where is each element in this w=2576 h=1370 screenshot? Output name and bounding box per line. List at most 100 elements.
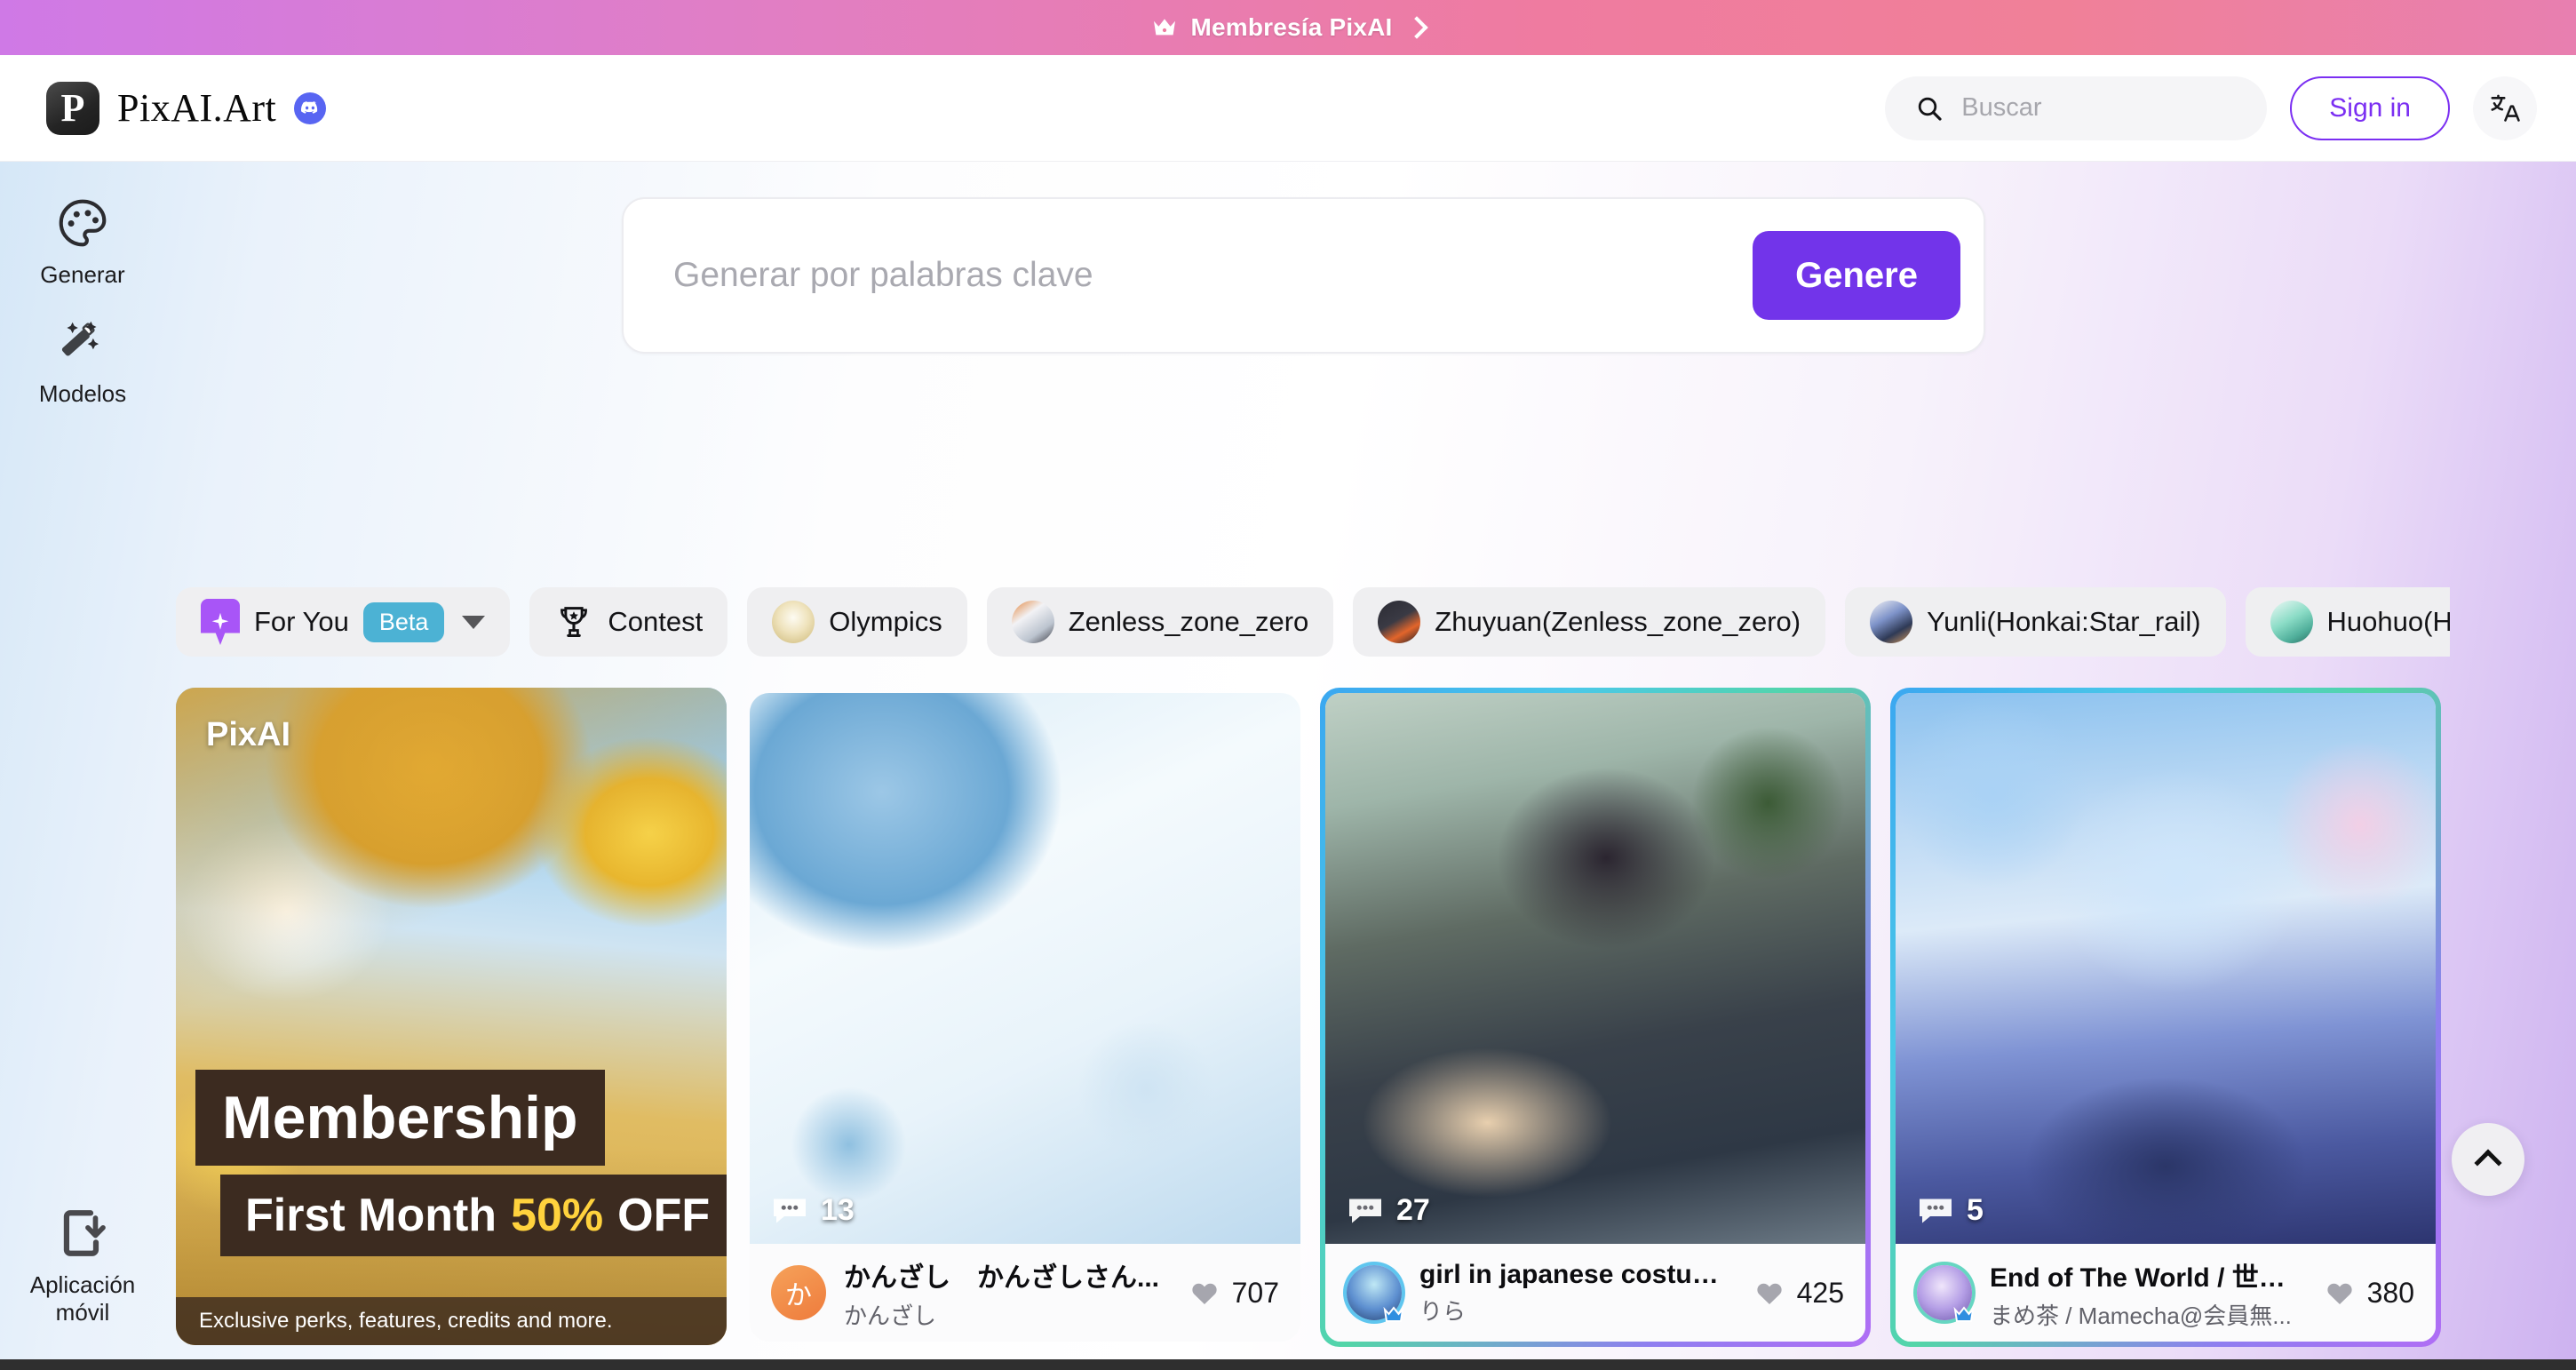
os-taskbar-strip xyxy=(0,1359,2576,1370)
magic-wand-icon xyxy=(61,321,99,356)
chip-label: Huohuo(Honkai:Star_rail) xyxy=(2326,606,2450,637)
app-header: P PixAI.Art Sign in xyxy=(0,55,2576,162)
card-meta: End of The World / 世界... まめ茶 / Mamecha@会… xyxy=(1990,1255,2307,1331)
header-actions: Sign in xyxy=(1885,76,2537,140)
chip-zenless-zone-zero[interactable]: Zenless_zone_zero xyxy=(986,587,1334,657)
feed-card-japanese-costume[interactable]: 27 girl in japanese costum... りら 425 xyxy=(1320,688,1871,1347)
feed-card-end-of-the-world[interactable]: 5 End of The World / 世界... まめ茶 / Mamecha… xyxy=(1890,688,2441,1347)
membership-promo-card[interactable]: PixAI Membership First Month 50% OFF Exc… xyxy=(176,688,727,1345)
filter-chips-row[interactable]: For You Beta Contest Olympics Zenless_zo… xyxy=(176,586,2450,657)
avatar[interactable] xyxy=(1917,1265,1975,1322)
membership-promo-banner[interactable]: Membresía PixAI xyxy=(0,0,2576,55)
chip-olympics[interactable]: Olympics xyxy=(747,587,967,657)
brand-name: PixAI.Art xyxy=(117,86,277,130)
card-author[interactable]: りら xyxy=(1419,1294,1737,1326)
like-group[interactable]: 707 xyxy=(1189,1277,1279,1310)
left-sidebar: Generar Modelos Aplicación móvil xyxy=(0,162,165,1370)
promo-card-tag: PixAI xyxy=(206,716,291,753)
comment-count-value: 5 xyxy=(1967,1193,1984,1227)
sidebar-item-label: Aplicación móvil xyxy=(29,1270,136,1326)
chip-zhuyuan[interactable]: Zhuyuan(Zenless_zone_zero) xyxy=(1353,587,1826,657)
card-author[interactable]: かんざし xyxy=(844,1298,1172,1331)
card-author[interactable]: まめ茶 / Mamecha@会員無... xyxy=(1990,1298,2307,1331)
offer-suffix: OFF xyxy=(617,1190,711,1241)
sidebar-item-label: Modelos xyxy=(38,379,127,407)
heart-icon xyxy=(1756,1283,1782,1304)
translate-glyph xyxy=(2491,94,2520,122)
sparkle-icon xyxy=(201,599,240,645)
chip-label: For You xyxy=(254,606,349,637)
feed-card-kanzashi[interactable]: 13 か かんざし かんざしさん... かんざし 707 xyxy=(750,693,1300,1342)
card-thumbnail[interactable]: 27 xyxy=(1325,693,1865,1244)
like-count: 425 xyxy=(1796,1276,1844,1309)
phone-download-icon xyxy=(63,1209,106,1256)
card-inner: 13 か かんざし かんざしさん... かんざし 707 xyxy=(750,693,1300,1342)
translate-icon[interactable] xyxy=(2473,76,2537,140)
generate-prompt-input[interactable] xyxy=(673,256,1753,295)
search-box[interactable] xyxy=(1885,76,2268,140)
chevron-right-icon xyxy=(1404,16,1428,39)
heart-icon xyxy=(2326,1283,2352,1304)
card-thumbnail[interactable]: 5 xyxy=(1896,693,2436,1244)
comment-count-value: 13 xyxy=(821,1193,855,1227)
crown-icon xyxy=(1154,19,1176,36)
comment-icon xyxy=(1920,1199,1952,1223)
card-footer: か かんざし かんざしさん... かんざし 707 xyxy=(750,1244,1300,1342)
card-title: かんざし かんざしさん... xyxy=(844,1262,1160,1293)
card-title: girl in japanese costum... xyxy=(1419,1259,1737,1289)
sidebar-item-modelos[interactable]: Modelos xyxy=(16,302,149,421)
promo-card-offer: First Month 50% OFF xyxy=(220,1175,727,1256)
chevron-down-icon[interactable] xyxy=(462,615,486,629)
chip-label: Zenless_zone_zero xyxy=(1068,606,1309,637)
card-meta: かんざし かんざしさん... かんざし xyxy=(844,1255,1172,1331)
pixai-logo-mark: P xyxy=(46,81,99,135)
scroll-to-top-button[interactable] xyxy=(2452,1123,2524,1196)
chip-avatar xyxy=(1870,601,1913,643)
avatar[interactable] xyxy=(1347,1265,1404,1322)
promo-card-title: Membership xyxy=(195,1070,605,1166)
search-input[interactable] xyxy=(1961,93,2229,123)
discord-glyph xyxy=(301,101,318,114)
chip-avatar xyxy=(1378,601,1421,643)
like-group[interactable]: 380 xyxy=(2325,1277,2414,1310)
sidebar-item-generar[interactable]: Generar xyxy=(16,183,149,302)
chip-label: Yunli(Honkai:Star_rail) xyxy=(1927,606,2201,637)
chip-huohuo[interactable]: Huohuo(Honkai:Star_rail) xyxy=(2245,587,2450,657)
search-icon xyxy=(1919,97,1942,121)
comment-count: 5 xyxy=(1917,1193,1984,1228)
card-footer: girl in japanese costum... りら 425 xyxy=(1325,1244,1865,1342)
promo-banner-text: Membresía PixAI xyxy=(1190,13,1393,41)
chip-contest[interactable]: Contest xyxy=(529,587,728,657)
like-group[interactable]: 425 xyxy=(1754,1277,1844,1310)
comment-count-value: 27 xyxy=(1396,1193,1430,1227)
offer-prefix: First Month xyxy=(245,1190,497,1241)
sidebar-item-label: Generar xyxy=(40,261,125,288)
crown-badge-icon xyxy=(1383,1306,1404,1322)
chip-label: Contest xyxy=(608,606,704,637)
page-body: Generar Modelos Aplicación móvil Genere xyxy=(0,162,2576,1370)
generate-button[interactable]: Genere xyxy=(1753,231,1960,320)
card-meta: girl in japanese costum... りら xyxy=(1419,1260,1737,1326)
brand-logo[interactable]: P PixAI.Art xyxy=(46,81,327,135)
chip-label: Zhuyuan(Zenless_zone_zero) xyxy=(1435,606,1801,637)
discord-icon[interactable] xyxy=(294,92,327,124)
sidebar-item-mobile-app[interactable]: Aplicación móvil xyxy=(16,1193,149,1340)
chip-yunli[interactable]: Yunli(Honkai:Star_rail) xyxy=(1845,587,2226,657)
offer-highlight: 50% xyxy=(511,1190,604,1241)
like-count: 380 xyxy=(2366,1276,2414,1309)
chip-avatar xyxy=(2270,601,2313,643)
comment-count: 27 xyxy=(1347,1193,1430,1228)
card-thumbnail[interactable]: 13 xyxy=(750,693,1300,1244)
beta-badge: Beta xyxy=(362,601,445,642)
like-count: 707 xyxy=(1231,1276,1279,1309)
generate-bar: Genere xyxy=(622,197,1985,354)
card-title: End of The World / 世界... xyxy=(1990,1262,2307,1293)
chip-for-you[interactable]: For You Beta xyxy=(176,587,511,657)
trophy-icon xyxy=(561,607,588,637)
sign-in-button[interactable]: Sign in xyxy=(2290,76,2450,140)
comment-icon xyxy=(774,1199,806,1223)
avatar[interactable]: か xyxy=(771,1265,826,1320)
crown-badge-icon xyxy=(1953,1306,1975,1322)
card-footer: End of The World / 世界... まめ茶 / Mamecha@会… xyxy=(1896,1244,2436,1342)
heart-icon xyxy=(1191,1283,1217,1304)
